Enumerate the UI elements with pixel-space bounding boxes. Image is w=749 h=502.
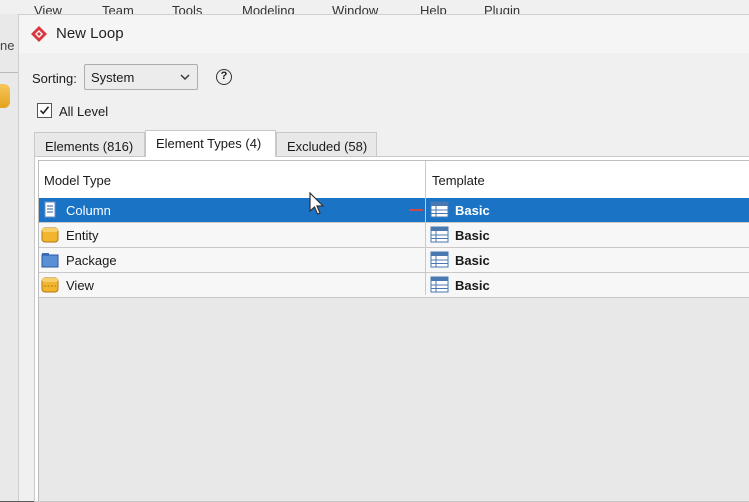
column-header-template[interactable]: Template xyxy=(432,173,485,188)
template-name[interactable]: Basic xyxy=(455,203,490,218)
column-icon xyxy=(44,201,56,218)
menu-window[interactable]: Window xyxy=(332,3,378,14)
sorting-select[interactable]: System xyxy=(84,64,198,90)
table-row[interactable]: Entity Basic xyxy=(39,223,749,248)
template-name[interactable]: Basic xyxy=(455,228,490,243)
tab-element-types[interactable]: Element Types (4) xyxy=(145,130,276,157)
column-divider[interactable] xyxy=(425,161,426,295)
menu-plugin[interactable]: Plugin xyxy=(484,3,520,14)
menu-tools[interactable]: Tools xyxy=(172,3,202,14)
menu-team[interactable]: Team xyxy=(102,3,134,14)
model-type-name: View xyxy=(66,278,94,293)
background-text-fragment: ne xyxy=(0,38,15,53)
table-row[interactable]: Column Basic xyxy=(39,198,749,223)
column-header-model-type[interactable]: Model Type xyxy=(44,173,111,188)
new-loop-dialog: New Loop Sorting: System ? All Level Ele… xyxy=(18,14,749,502)
model-type-name: Entity xyxy=(66,228,99,243)
table-row[interactable]: Package Basic xyxy=(39,248,749,273)
sorting-value: System xyxy=(91,70,135,85)
all-level-label: All Level xyxy=(59,104,109,119)
dialog-titlebar[interactable]: New Loop xyxy=(19,15,749,53)
template-icon xyxy=(430,201,449,218)
toolbar-icon[interactable] xyxy=(0,84,10,108)
tab-excluded[interactable]: Excluded (58) xyxy=(276,132,377,156)
background-app-edge: ne xyxy=(0,14,18,501)
table-row[interactable]: View Basic xyxy=(39,273,749,298)
view-icon xyxy=(41,277,59,293)
background-menubar: View Team Tools Modeling Window Help Plu… xyxy=(0,0,749,14)
template-icon xyxy=(430,251,449,268)
tab-elements[interactable]: Elements (816) xyxy=(34,132,145,156)
model-type-name: Package xyxy=(66,253,117,268)
app-logo-icon xyxy=(31,26,47,42)
help-icon[interactable]: ? xyxy=(216,69,232,85)
all-level-checkbox[interactable] xyxy=(37,103,52,118)
template-name[interactable]: Basic xyxy=(455,253,490,268)
dialog-title: New Loop xyxy=(56,25,124,42)
sorting-label: Sorting: xyxy=(32,71,77,86)
element-types-table: Model Type Template Column Basic Entity … xyxy=(38,160,749,501)
element-types-panel: Model Type Template Column Basic Entity … xyxy=(34,156,749,502)
background-divider xyxy=(0,72,18,73)
drag-indicator xyxy=(409,209,423,211)
model-type-name: Column xyxy=(66,203,111,218)
mouse-cursor-icon xyxy=(309,192,325,215)
chevron-down-icon xyxy=(180,74,190,80)
entity-icon xyxy=(41,227,59,243)
menu-modeling[interactable]: Modeling xyxy=(242,3,295,14)
table-header: Model Type Template xyxy=(39,161,749,199)
checkmark-icon xyxy=(39,106,50,115)
menu-help[interactable]: Help xyxy=(420,3,447,14)
package-icon xyxy=(41,253,59,268)
template-name[interactable]: Basic xyxy=(455,278,490,293)
template-icon xyxy=(430,226,449,243)
menu-view[interactable]: View xyxy=(34,3,62,14)
template-icon xyxy=(430,276,449,293)
